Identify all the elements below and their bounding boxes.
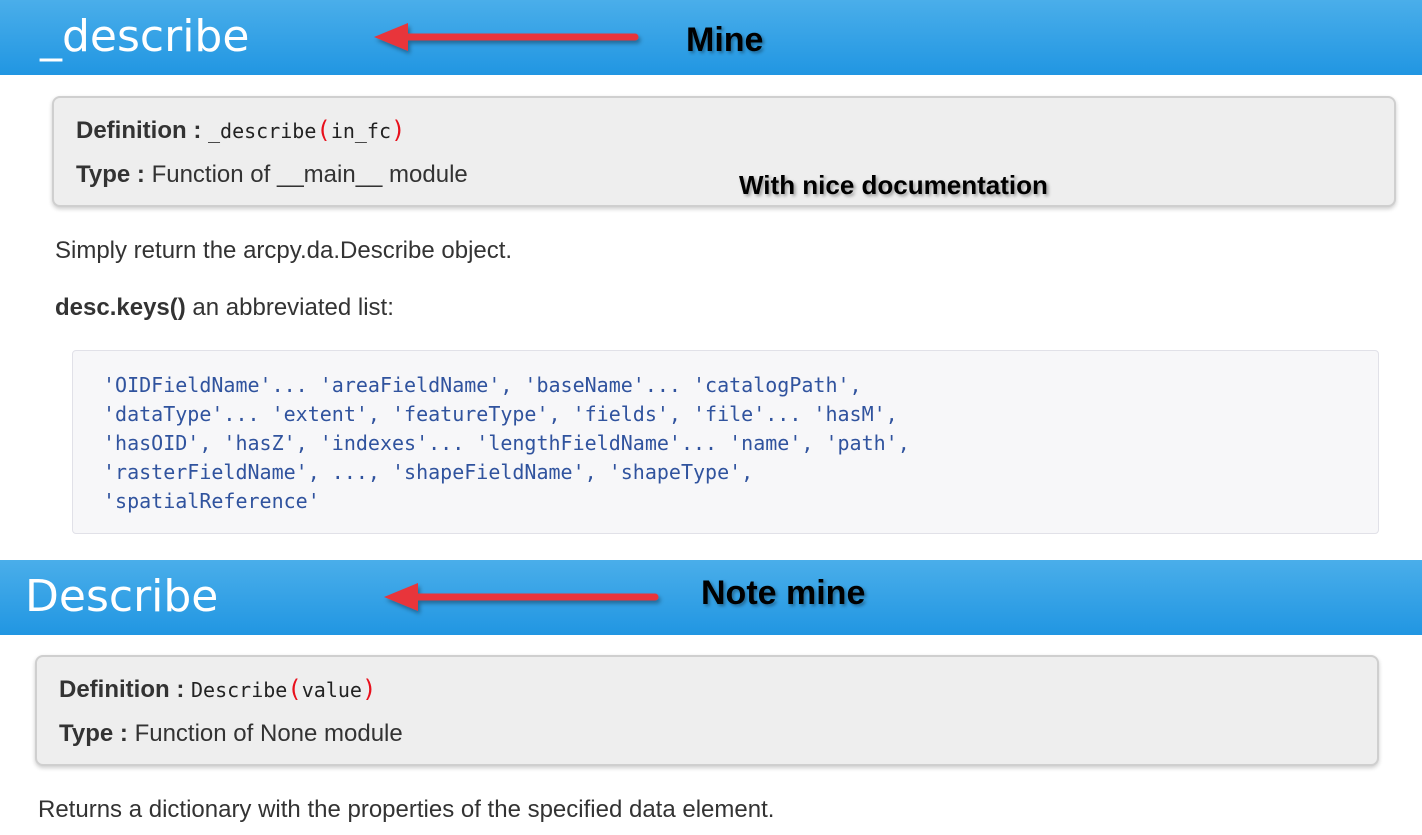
definition-box: Definition : _describe(in_fc) Type : Fun… [52, 96, 1396, 207]
type-label: Type : [59, 720, 128, 747]
definition-label: Definition : [76, 117, 202, 144]
definition-line: Definition : Describe(value) [59, 675, 376, 704]
definition-close-paren: ) [361, 675, 377, 703]
definition-open-paren: ( [316, 116, 331, 144]
description-text: Returns a dictionary with the properties… [38, 796, 775, 823]
arrow-left-icon [374, 23, 639, 51]
definition-line: Definition : _describe(in_fc) [76, 116, 405, 145]
type-label: Type : [76, 161, 145, 188]
type-line: Type : Function of __main__ module [76, 161, 468, 189]
definition-label: Definition : [59, 676, 185, 703]
code-line: 'rasterFieldName', ..., 'shapeFieldName'… [103, 460, 754, 484]
definition-close-paren: ) [391, 116, 406, 144]
arrow-left-icon [384, 583, 659, 611]
definition-params: value [301, 678, 362, 702]
definition-params: in_fc [330, 119, 392, 143]
description-text: Simply return the arcpy.da.Describe obje… [55, 237, 513, 264]
code-line: 'OIDFieldName'... 'areaFieldName', 'base… [103, 373, 862, 397]
section-banner-describe: Describe Note mine [0, 560, 1422, 635]
code-line: 'hasOID', 'hasZ', 'indexes'... 'lengthFi… [103, 431, 910, 455]
type-value: Function of None module [134, 720, 403, 747]
code-block: 'OIDFieldName'... 'areaFieldName', 'base… [72, 350, 1379, 534]
section-title: _describe [40, 11, 250, 62]
section-banner-describe-private: _describe Mine [0, 0, 1422, 75]
code-line: 'spatialReference' [103, 489, 320, 513]
page: _describe Mine Definition : _describe(in… [0, 0, 1422, 835]
annotation-mine: Mine [686, 21, 764, 59]
annotation-doc-note: With nice documentation [739, 170, 1048, 200]
annotation-note-mine: Note mine [701, 574, 866, 612]
keys-line: desc.keys() an abbreviated list: [55, 294, 394, 322]
definition-name: Describe [190, 678, 288, 702]
section-title: Describe [25, 571, 219, 622]
definition-open-paren: ( [287, 675, 302, 703]
type-value: Function of __main__ module [151, 161, 468, 188]
definition-name: _describe [207, 119, 317, 143]
code-line: 'dataType'... 'extent', 'featureType', '… [103, 402, 898, 426]
keys-text: an abbreviated list: [185, 294, 394, 321]
type-line: Type : Function of None module [59, 720, 403, 748]
definition-box: Definition : Describe(value) Type : Func… [35, 655, 1379, 766]
keys-label: desc.keys() [55, 294, 186, 321]
